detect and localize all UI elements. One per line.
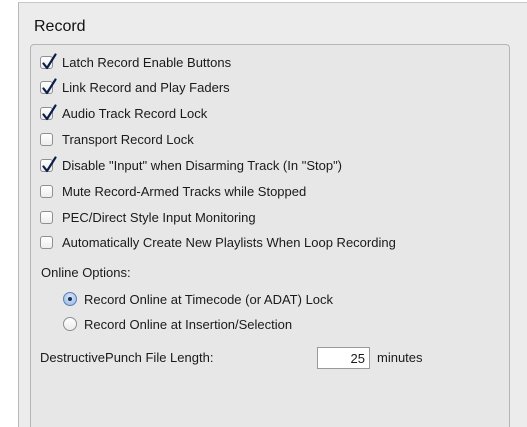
checkbox[interactable] <box>40 210 53 224</box>
radio-label: Record Online at Timecode (or ADAT) Lock <box>84 291 334 307</box>
option-auto-create-playlists[interactable]: Automatically Create New Playlists When … <box>40 233 396 251</box>
option-label: Link Record and Play Faders <box>62 79 230 95</box>
check-mark-icon <box>42 52 57 69</box>
radio-label: Record Online at Insertion/Selection <box>84 316 293 332</box>
radio-button[interactable] <box>63 292 77 306</box>
radio-online-at-timecode-lock[interactable]: Record Online at Timecode (or ADAT) Lock <box>63 290 333 308</box>
checkbox[interactable] <box>40 235 53 249</box>
check-mark-icon <box>42 77 57 94</box>
option-disable-input-when-disarming[interactable]: Disable "Input" when Disarming Track (In… <box>40 155 343 174</box>
group-title: Record <box>34 18 86 35</box>
destructive-punch-label: DestructivePunch File Length: <box>40 350 214 365</box>
option-latch-record-enable[interactable]: Latch Record Enable Buttons <box>40 52 232 71</box>
option-transport-record-lock[interactable]: Transport Record Lock <box>40 130 194 148</box>
checkbox[interactable] <box>40 52 57 69</box>
option-audio-track-record-lock[interactable]: Audio Track Record Lock <box>40 103 208 122</box>
checkbox[interactable] <box>40 77 57 94</box>
check-mark-icon <box>42 103 57 120</box>
online-options-label: Online Options: <box>41 265 131 280</box>
radio-button[interactable] <box>63 317 77 331</box>
file-length-unit: minutes <box>377 350 423 365</box>
option-label: Audio Track Record Lock <box>62 105 208 121</box>
radio-online-at-insertion[interactable]: Record Online at Insertion/Selection <box>63 315 292 333</box>
checkbox[interactable] <box>40 184 53 198</box>
check-mark-icon <box>42 155 57 172</box>
checkbox[interactable] <box>40 155 57 172</box>
option-label: Latch Record Enable Buttons <box>62 54 232 70</box>
option-label: PEC/Direct Style Input Monitoring <box>62 209 256 225</box>
preferences-panel: Record Latch Record Enable Buttons Link … <box>18 2 527 427</box>
option-link-record-play-faders[interactable]: Link Record and Play Faders <box>40 77 230 96</box>
radio-dot-icon <box>68 297 72 301</box>
file-length-input[interactable]: 25 <box>317 347 370 369</box>
checkbox[interactable] <box>40 132 53 146</box>
option-label: Disable "Input" when Disarming Track (In… <box>62 157 343 173</box>
option-label: Automatically Create New Playlists When … <box>62 234 396 250</box>
option-label: Mute Record-Armed Tracks while Stopped <box>62 183 307 199</box>
option-pec-direct-input-monitoring[interactable]: PEC/Direct Style Input Monitoring <box>40 208 256 226</box>
option-mute-record-armed-tracks[interactable]: Mute Record-Armed Tracks while Stopped <box>40 182 306 200</box>
option-label: Transport Record Lock <box>62 131 194 147</box>
checkbox[interactable] <box>40 103 57 120</box>
